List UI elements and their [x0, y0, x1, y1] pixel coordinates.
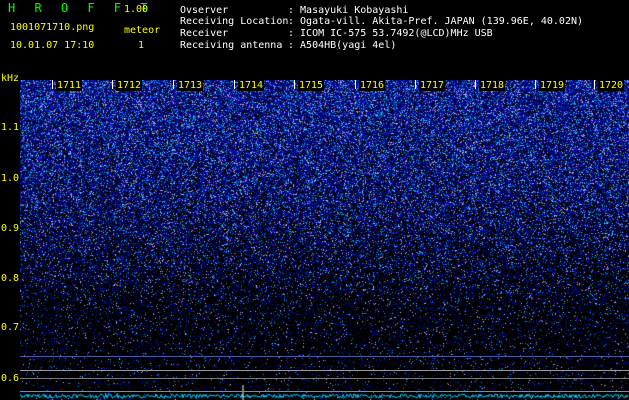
x-tick-mark [234, 80, 235, 89]
date-time: 10.01.07 17:10 [10, 40, 95, 51]
x-tick-mark [355, 80, 356, 89]
x-tick-label: 1714 [238, 80, 265, 91]
observer-value: : Masayuki Kobayashi [288, 5, 409, 16]
receiver-value: : ICOM IC-575 53.7492(@LCD)MHz USB [288, 28, 493, 39]
y-tick-label: 0.8 [1, 273, 20, 284]
reference-line [20, 378, 629, 379]
location-label: Receiving Location [180, 16, 289, 27]
antenna-label: Receiving antenna [180, 40, 283, 51]
reference-line [20, 370, 629, 371]
reference-line [20, 391, 629, 392]
reference-line [20, 356, 629, 357]
y-tick-label: 0.9 [1, 223, 20, 234]
x-tick-label: 1712 [116, 80, 143, 91]
x-tick-mark [535, 80, 536, 89]
meteor-count: 1 [138, 40, 145, 51]
x-tick-mark [294, 80, 295, 89]
x-tick-label: 1720 [598, 80, 625, 91]
app-version: 1.00 [124, 4, 149, 15]
antenna-value: : A504HB(yagi 4el) [288, 40, 397, 51]
location-value: : Ogata-vill. Akita-Pref. JAPAN (139.96E… [288, 16, 584, 27]
x-tick-mark [52, 80, 53, 89]
spectrogram-plot [20, 80, 629, 400]
observer-label: Ovserver [180, 5, 229, 16]
x-tick-mark [475, 80, 476, 89]
x-tick-mark [415, 80, 416, 89]
x-tick-mark [112, 80, 113, 89]
x-tick-label: 1711 [56, 80, 83, 91]
x-tick-label: 1718 [479, 80, 506, 91]
x-tick-label: 1716 [359, 80, 386, 91]
waterfall-canvas [20, 80, 629, 400]
y-axis-unit: kHz [1, 73, 20, 84]
y-tick-label: 1.0 [1, 173, 20, 184]
x-tick-label: 1715 [298, 80, 325, 91]
x-tick-mark [173, 80, 174, 89]
y-tick-label: 1.1 [1, 122, 20, 133]
receiver-label: Receiver [180, 28, 229, 39]
x-tick-label: 1719 [539, 80, 566, 91]
meteor-label: meteor [124, 25, 161, 36]
y-tick-label: 0.6 [1, 373, 20, 384]
file-name: 1001071710.png [10, 22, 95, 33]
x-tick-label: 1713 [177, 80, 204, 91]
y-tick-label: 0.7 [1, 322, 20, 333]
x-tick-mark [594, 80, 595, 89]
x-tick-label: 1717 [419, 80, 446, 91]
